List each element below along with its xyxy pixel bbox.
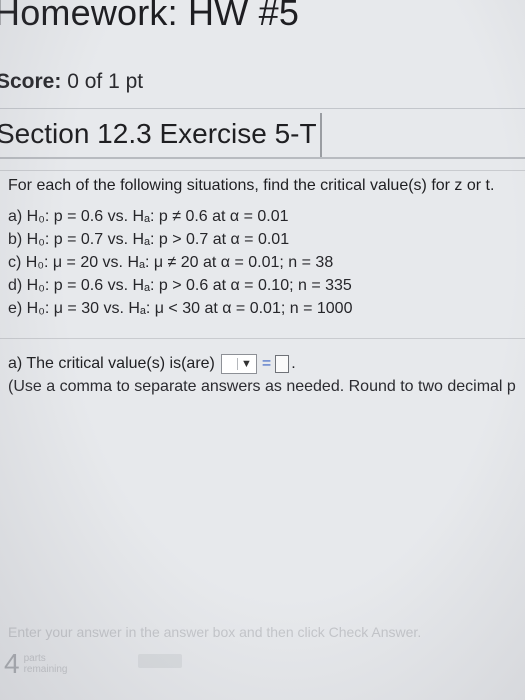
question-content: For each of the following situations, fi… — [0, 170, 525, 700]
question-box: For each of the following situations, fi… — [0, 170, 525, 339]
question-prompt: For each of the following situations, fi… — [8, 177, 495, 194]
parts-count: 4 — [4, 648, 20, 679]
section-title: Section 12.3 Exercise 5-T — [0, 118, 317, 149]
question-items: a) H₀: p = 0.6 vs. Hₐ: p ≠ 0.6 at α = 0.… — [8, 205, 352, 320]
question-item-a: a) H₀: p = 0.6 vs. Hₐ: p ≠ 0.6 at α = 0.… — [8, 208, 289, 225]
parts-remaining: 4 parts remaining — [4, 650, 68, 678]
footer-hint: Enter your answer in the answer box and … — [8, 624, 422, 640]
answer-block: a) The critical value(s) is(are) ▼ = . (… — [8, 354, 525, 396]
header-divider — [0, 108, 525, 109]
score-label: Score: — [0, 70, 62, 93]
answer-line: a) The critical value(s) is(are) ▼ = . — [8, 354, 525, 374]
relation-dropdown[interactable]: ▼ — [220, 354, 257, 374]
answer-period: . — [291, 355, 296, 372]
answer-instruction: (Use a comma to separate answers as need… — [8, 378, 516, 395]
score-value: 0 of 1 pt — [67, 70, 144, 93]
section-title-divider — [320, 113, 322, 157]
dropdown-caret-icon: ▼ — [236, 358, 256, 370]
check-answer-button[interactable] — [138, 654, 182, 668]
parts-label: parts remaining — [24, 653, 68, 675]
answer-label: a) The critical value(s) is(are) — [8, 355, 215, 372]
parts-label-line2: remaining — [23, 664, 68, 675]
relation-symbol: = — [261, 355, 272, 372]
critical-value-input[interactable] — [275, 355, 290, 373]
question-item-b: b) H₀: p = 0.7 vs. Hₐ: p > 0.7 at α = 0.… — [8, 231, 290, 248]
question-item-e: e) H₀: μ = 30 vs. Hₐ: μ < 30 at α = 0.01… — [8, 300, 353, 317]
question-item-d: d) H₀: p = 0.6 vs. Hₐ: p > 0.6 at α = 0.… — [8, 277, 352, 294]
score-display: Score: 0 of 1 pt — [0, 70, 143, 94]
homework-title: Homework: HW #5 — [0, 0, 300, 33]
question-item-c: c) H₀: μ = 20 vs. Hₐ: μ ≠ 20 at α = 0.01… — [8, 254, 334, 271]
section-divider — [0, 157, 525, 159]
parts-label-line1: parts — [23, 653, 46, 664]
